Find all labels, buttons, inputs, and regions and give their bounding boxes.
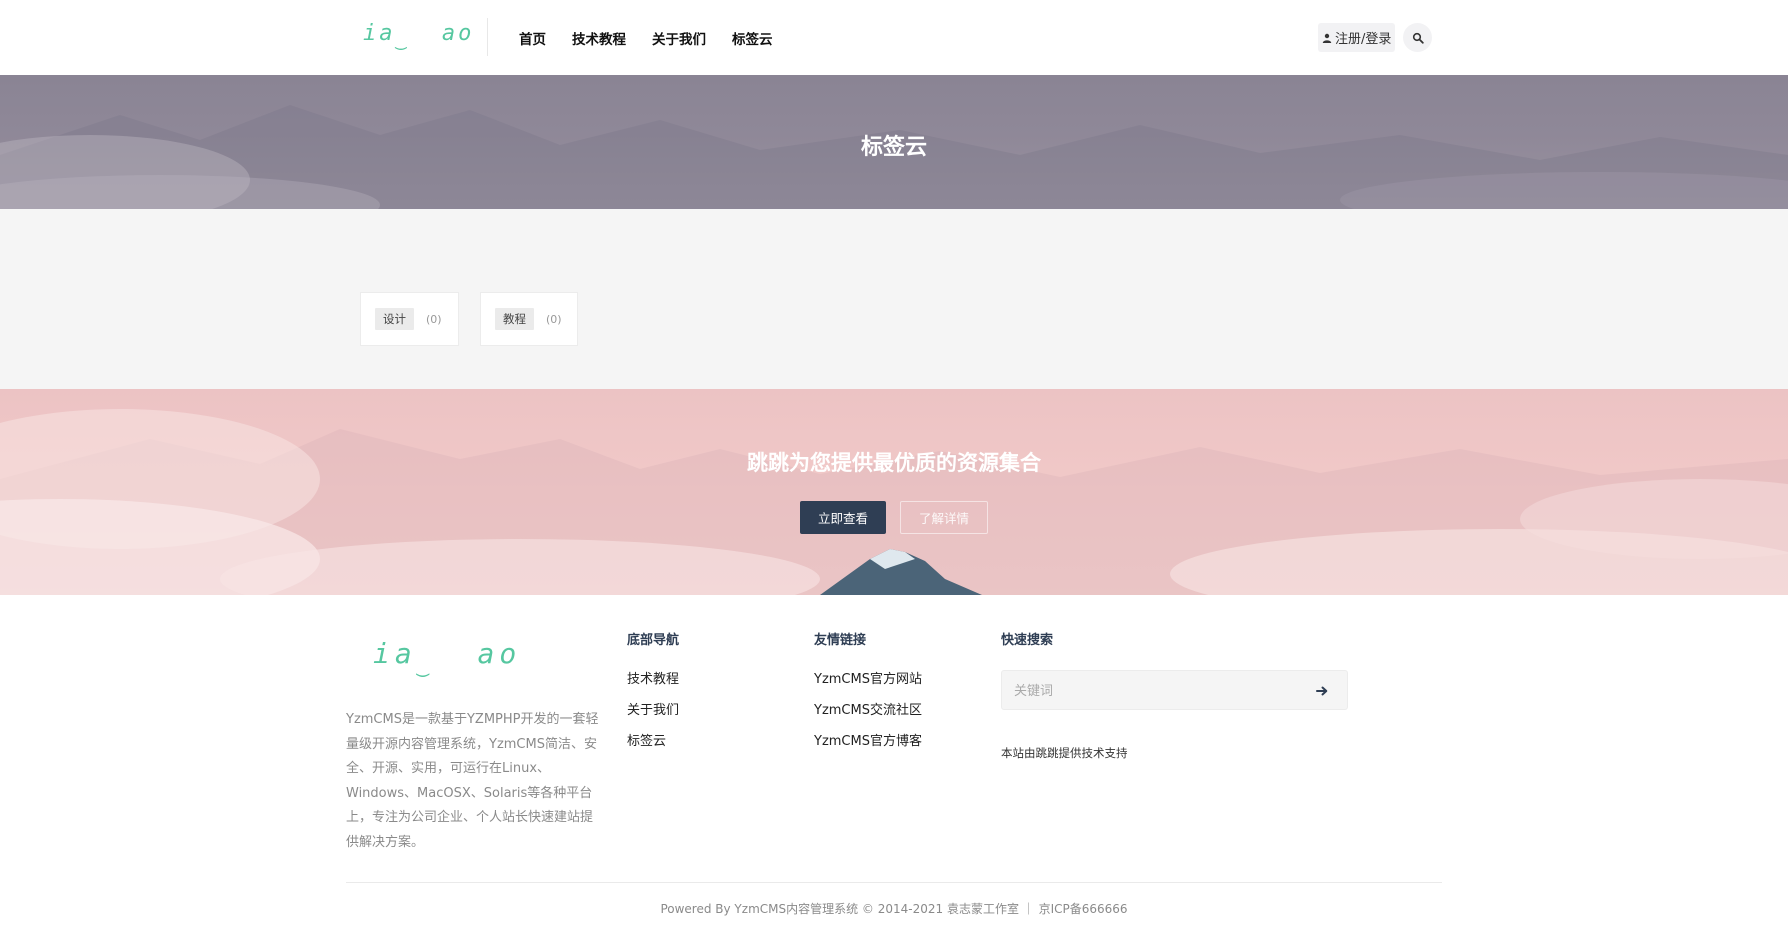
friend-link-official-site[interactable]: YzmCMS官方网站 — [814, 671, 922, 689]
footer-link-tutorials[interactable]: 技术教程 — [627, 671, 679, 689]
footer-link-about[interactable]: 关于我们 — [627, 702, 679, 720]
logo-smile: ‿ — [395, 30, 410, 51]
login-register-label: 注册/登录 — [1335, 32, 1392, 47]
site-footer: ia‿ ao YzmCMS是一款基于YZMPHP开发的一套轻量级开源内容管理系统… — [0, 595, 1788, 937]
footer-logo[interactable]: ia‿ ao — [373, 637, 522, 677]
footer-logo-text-right: ao — [477, 637, 522, 670]
copyright-text: Powered By YzmCMS内容管理系统 © 2014-2021 袁志蒙工… — [660, 902, 1128, 916]
tag-cloud-section: 设计 (0) 教程 (0) — [0, 209, 1788, 389]
friend-links-title: 友情链接 — [814, 633, 867, 648]
header-search-button[interactable] — [1403, 23, 1432, 52]
nav-item-about[interactable]: 关于我们 — [652, 28, 706, 48]
tag-count: (0) — [546, 312, 562, 326]
nav-item-tutorials[interactable]: 技术教程 — [572, 28, 626, 48]
tag-card[interactable]: 教程 (0) — [480, 292, 578, 346]
main-nav: 首页 技术教程 关于我们 标签云 — [519, 28, 773, 48]
footer-search-input[interactable] — [1014, 680, 1294, 702]
logo-text-right: ao — [441, 21, 475, 46]
site-logo[interactable]: ia‿ ao — [363, 21, 475, 51]
footer-description: YzmCMS是一款基于YZMPHP开发的一套轻量级开源内容管理系统，YzmCMS… — [346, 712, 599, 850]
arrow-right-icon — [1316, 686, 1328, 696]
login-register-button[interactable]: 注册/登录 — [1318, 23, 1396, 52]
learn-more-button[interactable]: 了解详情 — [900, 501, 988, 534]
footer-link-tag-cloud[interactable]: 标签云 — [627, 733, 679, 751]
footer-nav-title: 底部导航 — [627, 633, 680, 648]
tech-support-text: 本站由跳跳提供技术支持 — [1001, 746, 1128, 760]
footer-search-submit[interactable] — [1312, 681, 1332, 701]
tag-label[interactable]: 教程 — [495, 308, 534, 330]
nav-item-home[interactable]: 首页 — [519, 28, 546, 48]
promo-banner: 跳跳为您提供最优质的资源集合 立即查看 了解详情 — [0, 389, 1788, 595]
friend-link-blog[interactable]: YzmCMS官方博客 — [814, 733, 922, 751]
site-header: ia‿ ao 首页 技术教程 关于我们 标签云 注册/登录 — [0, 0, 1788, 75]
promo-cloud-background — [0, 409, 1788, 595]
footer-search-form — [1001, 670, 1348, 710]
footer-logo-text-left: ia — [373, 637, 417, 670]
view-now-button[interactable]: 立即查看 — [800, 501, 886, 534]
page-banner: 标签云 — [0, 75, 1788, 209]
nav-item-tag-cloud[interactable]: 标签云 — [732, 28, 773, 48]
logo-text-left: ia — [363, 21, 396, 46]
tag-count: (0) — [426, 312, 442, 326]
tag-label[interactable]: 设计 — [375, 308, 414, 330]
page-title: 标签云 — [860, 135, 927, 160]
search-icon — [1412, 32, 1424, 44]
footer-nav-links: 技术教程 关于我们 标签云 — [627, 671, 679, 751]
header-divider — [487, 18, 488, 56]
user-icon — [1322, 33, 1332, 43]
friend-link-community[interactable]: YzmCMS交流社区 — [814, 702, 922, 720]
tag-card[interactable]: 设计 (0) — [360, 292, 459, 346]
quick-search-title: 快速搜索 — [1001, 633, 1054, 648]
footer-divider — [346, 882, 1442, 883]
footer-logo-smile: ‿ — [416, 653, 434, 677]
promo-title: 跳跳为您提供最优质的资源集合 — [747, 451, 1041, 475]
friend-links: YzmCMS官方网站 YzmCMS交流社区 YzmCMS官方博客 — [814, 671, 922, 751]
